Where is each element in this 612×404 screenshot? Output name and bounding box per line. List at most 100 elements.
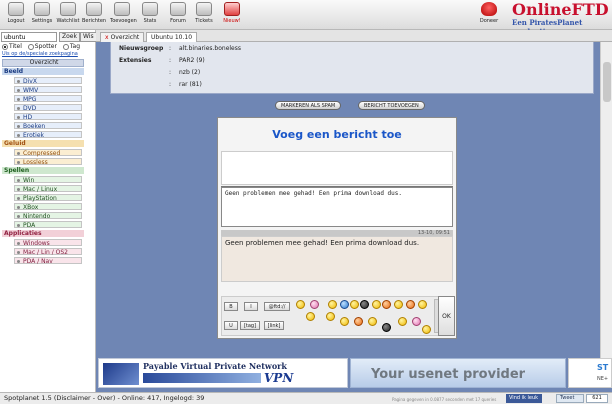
extended-search-link[interactable]: Uis op de/speciale zoekpagina	[2, 51, 78, 57]
ad-image	[103, 363, 139, 385]
smiley-icon[interactable]	[422, 325, 431, 334]
category-item[interactable]: HD	[14, 113, 82, 121]
tweet-count: 621	[586, 394, 608, 403]
smiley-icon[interactable]	[394, 300, 403, 309]
radio-tag-label: Tag	[69, 43, 81, 50]
question-smiley-icon[interactable]	[340, 300, 349, 309]
category-item[interactable]: Win	[14, 176, 82, 184]
status-bar: Spotplanet 1.5 (Disclaimer - Over) - Onl…	[0, 392, 612, 404]
category-item[interactable]: DVD	[14, 104, 82, 112]
category-item[interactable]: Erotiek	[14, 131, 82, 139]
tab-bar: x Overzicht Ubuntu 10.10	[96, 30, 612, 42]
smiley-icon[interactable]	[328, 300, 337, 309]
clear-button[interactable]: Wis	[80, 32, 97, 42]
tickets-icon	[196, 2, 212, 16]
format-toolbox: B I @ftd:// U [tag] [link]	[221, 296, 453, 336]
watchlist-button[interactable]: Watchlist	[56, 2, 80, 28]
smiley-icon[interactable]	[326, 312, 335, 321]
smiley-icon[interactable]	[368, 317, 377, 326]
search-button[interactable]: Zoek	[59, 32, 80, 42]
ninja-smiley-icon[interactable]	[382, 323, 391, 332]
search-input[interactable]	[1, 32, 57, 42]
evil-smiley-icon[interactable]	[360, 300, 369, 309]
link-button[interactable]: [link]	[264, 321, 284, 330]
italic-button[interactable]: I	[244, 302, 258, 311]
smiley-icon[interactable]	[412, 317, 421, 326]
messages-icon	[86, 2, 102, 16]
category-header[interactable]: Geluid	[2, 140, 84, 147]
category-item[interactable]: DivX	[14, 77, 82, 85]
tab-overzicht[interactable]: x Overzicht	[100, 32, 145, 42]
generation-time: Pagina gegeven in 0.0877 seconden met 17…	[392, 397, 497, 402]
cool-smiley-icon[interactable]	[306, 312, 315, 321]
nieuw-button[interactable]: Nieuw!	[220, 2, 244, 28]
logo[interactable]: OnlineFTD Een PiratesPlanet productie	[506, 0, 612, 36]
category-item[interactable]: PDA	[14, 221, 82, 229]
search-type-radios: Titel Spotter Tag	[2, 43, 80, 50]
scrollbar-thumb[interactable]	[603, 62, 611, 102]
smiley-icon[interactable]	[418, 300, 427, 309]
close-icon[interactable]: x	[105, 34, 109, 41]
smiley-icon[interactable]	[398, 317, 407, 326]
tab-ubuntu[interactable]: Ubuntu 10.10	[146, 32, 198, 42]
usenet-ad-banner[interactable]: Your usenet provider	[350, 358, 566, 388]
side-ad-banner[interactable]: ST NE+	[568, 358, 612, 388]
heart-icon	[481, 2, 497, 16]
forum-button[interactable]: Forum	[166, 2, 190, 28]
facebook-like-button[interactable]: Vind ik leuk	[506, 394, 542, 403]
bold-button[interactable]: B	[224, 302, 238, 311]
add-message-button[interactable]: BERICHT TOEVOEGEN	[358, 101, 425, 110]
smiley-icon[interactable]	[372, 300, 381, 309]
category-item[interactable]: Mac / Lin / OS2	[14, 248, 82, 256]
sidebar: Zoek Wis Titel Spotter Tag Uis op de/spe…	[0, 30, 97, 392]
donate-button[interactable]: Doneer	[478, 2, 500, 28]
category-header[interactable]: Applicaties	[2, 230, 84, 237]
settings-button[interactable]: Settings	[30, 2, 54, 28]
toolbar: Logout Settings Watchlist Berichten Toev…	[0, 0, 612, 36]
status-text: Spotplanet 1.5 (Disclaimer - Over) - Onl…	[4, 394, 205, 402]
mark-spam-button[interactable]: MARKEREN ALS SPAM	[275, 101, 342, 110]
smiley-icon[interactable]	[354, 317, 363, 326]
tickets-button[interactable]: Tickets	[192, 2, 216, 28]
berichten-button[interactable]: Berichten	[82, 2, 106, 28]
category-item[interactable]: Mac / Linux	[14, 185, 82, 193]
logout-button[interactable]: Logout	[4, 2, 28, 28]
category-item[interactable]: Windows	[14, 239, 82, 247]
smiley-icon[interactable]	[350, 300, 359, 309]
smiley-icon[interactable]	[296, 300, 305, 309]
scrollbar[interactable]	[600, 42, 612, 358]
radio-spotter[interactable]	[27, 43, 34, 50]
radio-titel[interactable]	[2, 43, 8, 50]
category-item[interactable]: MPG	[14, 95, 82, 103]
stats-button[interactable]: Stats	[138, 2, 162, 28]
add-message-dialog: Voeg een bericht toe Geen problemen mee …	[217, 117, 457, 339]
lol-smiley-icon[interactable]	[310, 300, 319, 309]
category-item[interactable]: PDA / Nav	[14, 257, 82, 265]
overzicht-link[interactable]: Overzicht	[2, 59, 84, 67]
category-item[interactable]: PlayStation	[14, 194, 82, 202]
category-item[interactable]: Compressed	[14, 149, 82, 157]
tweet-button[interactable]: Tweet	[556, 394, 584, 403]
comments-box	[221, 151, 453, 185]
underline-button[interactable]: U	[224, 321, 238, 330]
message-textarea[interactable]: Geen problemen mee gehad! Een prima down…	[221, 187, 453, 227]
category-header[interactable]: Spellen	[2, 167, 84, 174]
category-item[interactable]: Lossless	[14, 158, 82, 166]
category-header[interactable]: Beeld	[2, 68, 84, 75]
ok-button[interactable]: OK	[438, 296, 455, 336]
angry-smiley-icon[interactable]	[406, 300, 415, 309]
smiley-icon[interactable]	[340, 317, 349, 326]
category-item[interactable]: WMV	[14, 86, 82, 94]
surprised-smiley-icon[interactable]	[382, 300, 391, 309]
category-item[interactable]: Nintendo	[14, 212, 82, 220]
toevoegen-button[interactable]: Toevoegen	[110, 2, 137, 28]
category-item[interactable]: Boeken	[14, 122, 82, 130]
vpn-ad-banner[interactable]: Payable Virtual Private Network VPN	[98, 358, 348, 388]
radio-spotter-label: Spotter	[34, 43, 57, 50]
category-item[interactable]: XBox	[14, 203, 82, 211]
logo-title: OnlineFTD	[512, 0, 609, 19]
ftd-link-button[interactable]: @ftd://	[264, 302, 290, 311]
radio-tag[interactable]	[62, 43, 69, 50]
tag-button[interactable]: [tag]	[240, 321, 260, 330]
news-icon	[224, 2, 240, 16]
